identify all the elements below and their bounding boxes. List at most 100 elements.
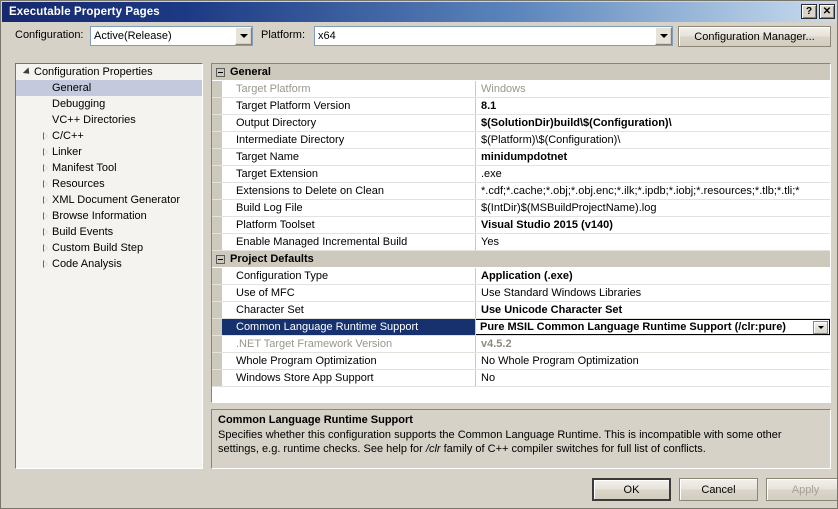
property-name: Platform Toolset	[236, 219, 315, 231]
property-name-cell[interactable]: Character Set	[222, 302, 476, 318]
property-name-cell[interactable]: Target Extension	[222, 166, 476, 182]
property-gutter	[212, 115, 222, 131]
property-row[interactable]: Extensions to Delete on Clean *.cdf;*.cac…	[212, 183, 830, 200]
window-title: Executable Property Pages	[9, 6, 160, 18]
sidebar-item-manifest-tool[interactable]: Manifest Tool	[16, 160, 202, 176]
property-row[interactable]: Windows Store App Support No	[212, 370, 830, 387]
property-value-cell[interactable]: v4.5.2	[476, 336, 830, 352]
sidebar-item-browse-information[interactable]: Browse Information	[16, 208, 202, 224]
property-name-cell[interactable]: Use of MFC	[222, 285, 476, 301]
property-group-header[interactable]: Project Defaults	[212, 251, 830, 268]
sidebar-item-label: Code Analysis	[52, 258, 122, 270]
property-value-cell[interactable]: *.cdf;*.cache;*.obj;*.obj.enc;*.ilk;*.ip…	[476, 183, 830, 199]
triangle-collapsed-icon	[38, 148, 52, 156]
sidebar-item-label: Resources	[52, 178, 105, 190]
ok-button[interactable]: OK	[592, 478, 671, 501]
property-group-label: Project Defaults	[230, 253, 314, 265]
configuration-select[interactable]: Active(Release)	[90, 26, 253, 46]
sidebar-item-build-events[interactable]: Build Events	[16, 224, 202, 240]
property-value-cell[interactable]: No Whole Program Optimization	[476, 353, 830, 369]
property-row[interactable]: Intermediate Directory $(Platform)\$(Conf…	[212, 132, 830, 149]
property-name-cell[interactable]: Common Language Runtime Support	[222, 319, 476, 335]
property-row[interactable]: Whole Program Optimization No Whole Progr…	[212, 353, 830, 370]
sidebar-item-resources[interactable]: Resources	[16, 176, 202, 192]
property-row[interactable]: Target Platform Windows	[212, 81, 830, 98]
property-name-cell[interactable]: Build Log File	[222, 200, 476, 216]
sidebar-item-vc-directories[interactable]: VC++ Directories	[16, 112, 202, 128]
property-value-cell[interactable]: minidumpdotnet	[476, 149, 830, 165]
property-row[interactable]: Character Set Use Unicode Character Set	[212, 302, 830, 319]
cancel-button[interactable]: Cancel	[679, 478, 758, 501]
property-value-cell[interactable]: .exe	[476, 166, 830, 182]
property-row[interactable]: Build Log File $(IntDir)$(MSBuildProjectN…	[212, 200, 830, 217]
property-name-cell[interactable]: Configuration Type	[222, 268, 476, 284]
property-value-cell[interactable]: No	[476, 370, 830, 386]
property-value-cell[interactable]: $(SolutionDir)build\$(Configuration)\	[476, 115, 830, 131]
minus-box-icon[interactable]	[216, 67, 225, 77]
property-value-cell[interactable]: Windows	[476, 81, 830, 97]
property-name-cell[interactable]: Target Platform Version	[222, 98, 476, 114]
property-name-cell[interactable]: Whole Program Optimization	[222, 353, 476, 369]
property-name-cell[interactable]: Target Name	[222, 149, 476, 165]
property-name-cell[interactable]: Output Directory	[222, 115, 476, 131]
property-group-header[interactable]: General	[212, 64, 830, 81]
property-value: 8.1	[481, 100, 497, 112]
property-group-label: General	[230, 66, 271, 78]
property-row[interactable]: Platform Toolset Visual Studio 2015 (v140…	[212, 217, 830, 234]
sidebar-item-debugging[interactable]: Debugging	[16, 96, 202, 112]
property-grid-body: General Target Platform Windows Target Plat…	[212, 64, 830, 387]
property-value-cell[interactable]: Visual Studio 2015 (v140)	[476, 217, 830, 233]
property-value: Pure MSIL Common Language Runtime Suppor…	[480, 321, 786, 333]
sidebar-item-linker[interactable]: Linker	[16, 144, 202, 160]
sidebar-item-code-analysis[interactable]: Code Analysis	[16, 256, 202, 272]
minus-box-icon[interactable]	[216, 254, 225, 264]
property-value-cell[interactable]: Yes	[476, 234, 830, 250]
property-name-cell[interactable]: Enable Managed Incremental Build	[222, 234, 476, 250]
property-row[interactable]: .NET Target Framework Version v4.5.2	[212, 336, 830, 353]
help-icon[interactable]: ?	[801, 4, 817, 19]
property-name-cell[interactable]: Intermediate Directory	[222, 132, 476, 148]
platform-select[interactable]: x64	[314, 26, 673, 46]
property-gutter	[212, 319, 222, 335]
property-name-cell[interactable]: Windows Store App Support	[222, 370, 476, 386]
property-value-dropdown-button[interactable]	[813, 320, 828, 334]
property-name-cell[interactable]: Platform Toolset	[222, 217, 476, 233]
property-row[interactable]: Target Platform Version 8.1	[212, 98, 830, 115]
sidebar-item-general[interactable]: General	[16, 80, 202, 96]
property-name-cell[interactable]: Target Platform	[222, 81, 476, 97]
description-body-italic: /clr	[425, 443, 441, 455]
property-row[interactable]: Use of MFC Use Standard Windows Libraries	[212, 285, 830, 302]
property-row[interactable]: Enable Managed Incremental Build Yes	[212, 234, 830, 251]
sidebar-item-label: Build Events	[52, 226, 114, 238]
sidebar-item-custom-build-step[interactable]: Custom Build Step	[16, 240, 202, 256]
property-row[interactable]: Output Directory $(SolutionDir)build\$(Co…	[212, 115, 830, 132]
property-row[interactable]: Common Language Runtime Support Pure MSIL…	[212, 319, 830, 336]
triangle-collapsed-icon	[38, 164, 52, 172]
property-value-cell[interactable]: Use Standard Windows Libraries	[476, 285, 830, 301]
property-gutter	[212, 370, 222, 386]
configuration-tree[interactable]: Configuration Properties General Debugging…	[15, 63, 203, 469]
property-row[interactable]: Target Name minidumpdotnet	[212, 149, 830, 166]
triangle-collapsed-icon	[38, 212, 52, 220]
property-name-cell[interactable]: .NET Target Framework Version	[222, 336, 476, 352]
property-value-cell[interactable]: $(IntDir)$(MSBuildProjectName).log	[476, 200, 830, 216]
sidebar-item-c-c[interactable]: C/C++	[16, 128, 202, 144]
sidebar-item-label: C/C++	[52, 130, 84, 142]
property-row[interactable]: Configuration Type Application (.exe)	[212, 268, 830, 285]
tree-body: Configuration Properties General Debugging…	[16, 64, 202, 272]
property-value-cell[interactable]: Use Unicode Character Set	[476, 302, 830, 318]
property-row[interactable]: Target Extension .exe	[212, 166, 830, 183]
property-value-cell[interactable]: Application (.exe)	[476, 268, 830, 284]
property-value-cell[interactable]: $(Platform)\$(Configuration)\	[476, 132, 830, 148]
sidebar-item-label: General	[52, 82, 92, 94]
configuration-manager-button[interactable]: Configuration Manager...	[678, 26, 831, 47]
property-value-cell[interactable]: 8.1	[476, 98, 830, 114]
property-name-cell[interactable]: Extensions to Delete on Clean	[222, 183, 476, 199]
sidebar-item-configuration-properties[interactable]: Configuration Properties	[16, 64, 202, 80]
apply-button[interactable]: Apply	[766, 478, 837, 501]
property-value-cell[interactable]: Pure MSIL Common Language Runtime Suppor…	[476, 319, 830, 335]
close-icon[interactable]: ✕	[819, 4, 835, 19]
property-grid[interactable]: General Target Platform Windows Target Plat…	[211, 63, 831, 403]
sidebar-item-xml-document-generator[interactable]: XML Document Generator	[16, 192, 202, 208]
property-value: Windows	[481, 83, 526, 95]
